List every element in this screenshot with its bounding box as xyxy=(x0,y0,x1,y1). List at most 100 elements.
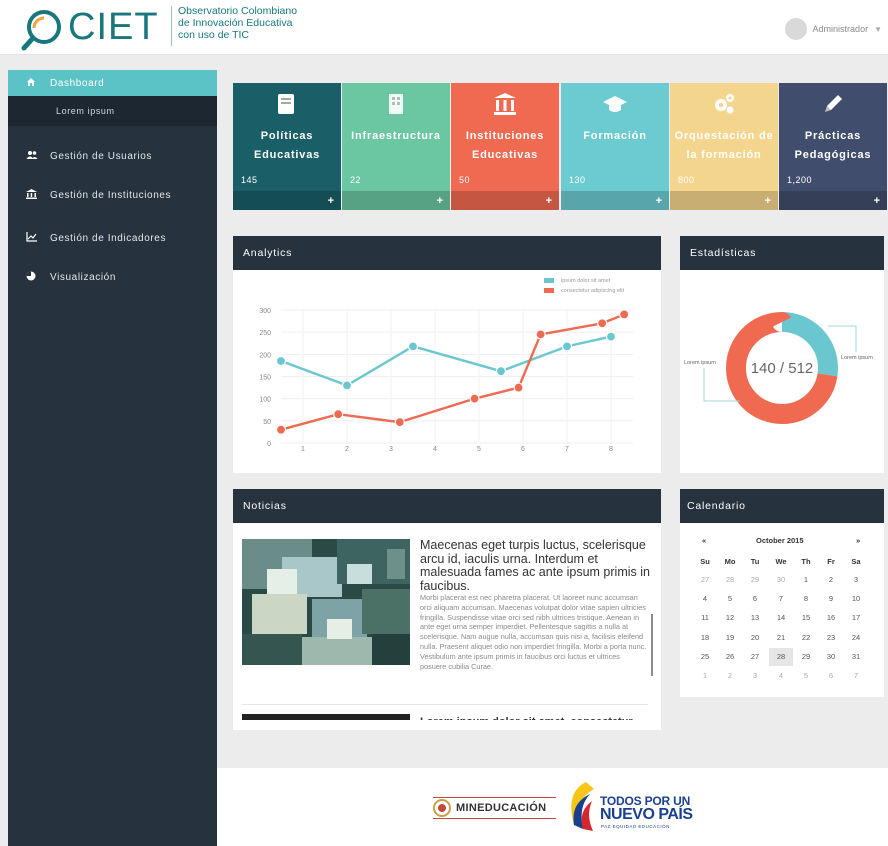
data-point xyxy=(394,417,405,428)
sidebar-item-usuarios[interactable]: Gestión de Usuarios xyxy=(8,146,217,166)
calendar-day[interactable]: 16 xyxy=(819,609,843,627)
news-thumbnail[interactable] xyxy=(242,539,410,665)
calendar-day[interactable]: 15 xyxy=(794,609,818,627)
calendar-day[interactable]: 5 xyxy=(718,590,742,608)
tile-institution[interactable]: Instituciones Educativas 50 + xyxy=(451,83,559,210)
calendar-day[interactable]: 29 xyxy=(743,571,767,589)
data-point xyxy=(275,424,287,435)
news-body: Morbi placerat est nec pharetra placerat… xyxy=(420,593,647,671)
ciet-logo[interactable]: CIET xyxy=(18,5,168,51)
tile-footer[interactable]: + xyxy=(342,191,450,210)
calendar-day[interactable]: 1 xyxy=(693,667,717,685)
calendar-prev-button[interactable]: « xyxy=(702,536,706,545)
calendar-day[interactable]: 22 xyxy=(794,629,818,647)
calendar-day[interactable]: 27 xyxy=(743,648,767,666)
calendar-day[interactable]: 3 xyxy=(743,667,767,685)
news-title[interactable]: Lorem ipsum dolor sit amet, consectetur xyxy=(420,714,648,720)
sidebar-item-indicadores[interactable]: Gestión de Indicadores xyxy=(8,228,217,248)
calendar-next-button[interactable]: » xyxy=(856,536,860,545)
calendar-day[interactable]: 30 xyxy=(819,648,843,666)
calendar-day[interactable]: 25 xyxy=(693,648,717,666)
tile-gears[interactable]: Orquestación de la formación 800 + xyxy=(670,83,778,210)
sidebar-subitem-lorem-ipsum[interactable]: Lorem ipsum xyxy=(8,96,217,126)
calendar-weekday: Sa xyxy=(851,557,861,566)
tile-count: 50 xyxy=(459,175,471,185)
tile-graduation-cap[interactable]: Formación 130 + xyxy=(561,83,669,210)
calendar-day[interactable]: 5 xyxy=(794,667,818,685)
top-bar: CIET Observatorio Colombiano de Innovaci… xyxy=(0,0,888,55)
tile-building[interactable]: Infraestructura 22 + xyxy=(342,83,450,210)
tile-footer[interactable]: + xyxy=(670,191,778,210)
calendar-day[interactable]: 19 xyxy=(718,629,742,647)
user-menu[interactable]: Administrador ▼ xyxy=(784,18,882,40)
calendar-day[interactable]: 29 xyxy=(794,648,818,666)
calendar-day[interactable]: 13 xyxy=(743,609,767,627)
calendar-day[interactable]: 27 xyxy=(693,571,717,589)
calendar-day[interactable]: 31 xyxy=(844,648,868,666)
calendar-month-label[interactable]: October 2015 xyxy=(756,536,804,545)
tile-footer[interactable]: + xyxy=(779,191,887,210)
user-name[interactable]: Administrador xyxy=(813,24,869,34)
sidebar-item-instituciones[interactable]: Gestión de Instituciones xyxy=(8,185,217,205)
calendar-day[interactable]: 6 xyxy=(819,667,843,685)
calendar-day[interactable]: 12 xyxy=(718,609,742,627)
calendar-day[interactable]: 2 xyxy=(718,667,742,685)
todos-por-un-nuevo-pais-logo[interactable]: TODOS POR UN NUEVO PAÍS PAZ EQUIDAD EDUC… xyxy=(566,779,696,835)
sidebar-item-label: Gestión de Usuarios xyxy=(50,150,153,162)
plus-icon[interactable]: + xyxy=(328,195,334,207)
news-title[interactable]: Maecenas eget turpis luctus, scelerisque… xyxy=(420,538,652,593)
calendar-day[interactable]: 2 xyxy=(819,571,843,589)
news-thumbnail[interactable] xyxy=(242,714,410,720)
tile-book[interactable]: Políticas Educativas 145 + xyxy=(233,83,341,210)
tile-footer[interactable]: + xyxy=(233,191,341,210)
pie-chart-icon xyxy=(26,271,50,284)
calendar-day[interactable]: 18 xyxy=(693,629,717,647)
calendar-weekday: Fr xyxy=(827,557,835,566)
plus-icon[interactable]: + xyxy=(765,195,771,207)
calendar-day[interactable]: 17 xyxy=(844,609,868,627)
calendar-day[interactable]: 7 xyxy=(844,667,868,685)
plus-icon[interactable]: + xyxy=(546,195,552,207)
tile-footer[interactable]: + xyxy=(451,191,559,210)
plus-icon[interactable]: + xyxy=(437,195,443,207)
graduation-cap-icon xyxy=(561,89,669,119)
plus-icon[interactable]: + xyxy=(656,195,662,207)
plus-icon[interactable]: + xyxy=(874,195,880,207)
calendar-day[interactable]: 3 xyxy=(844,571,868,589)
calendar-day[interactable]: 1 xyxy=(794,571,818,589)
donut-center-label: 140 / 512 xyxy=(751,360,814,377)
calendar-day[interactable]: 28 xyxy=(769,647,793,666)
calendar-day[interactable]: 24 xyxy=(844,629,868,647)
sidebar-item-dashboard[interactable]: Dashboard xyxy=(8,70,217,96)
calendar-day[interactable]: 11 xyxy=(693,609,717,627)
calendar-day[interactable]: 9 xyxy=(819,590,843,608)
calendar-day[interactable]: 8 xyxy=(794,590,818,608)
sidebar-item-visualizacion[interactable]: Visualización xyxy=(8,267,217,287)
calendar-day[interactable]: 4 xyxy=(693,590,717,608)
calendar-day[interactable]: 26 xyxy=(718,648,742,666)
tile-pencil[interactable]: Prácticas Pedagógicas 1,200 + xyxy=(779,83,887,210)
calendar-day[interactable]: 23 xyxy=(819,629,843,647)
tile-count: 1,200 xyxy=(787,175,813,185)
calendar-day[interactable]: 20 xyxy=(743,629,767,647)
calendar-day[interactable]: 21 xyxy=(769,629,793,647)
calendar-day[interactable]: 6 xyxy=(743,590,767,608)
y-tick-label: 50 xyxy=(263,419,271,426)
calendar-day[interactable]: 14 xyxy=(769,609,793,627)
news-scrollbar[interactable] xyxy=(651,614,653,676)
calendar-day[interactable]: 4 xyxy=(769,667,793,685)
mineducacion-logo[interactable]: MINEDUCACIÓN xyxy=(433,797,556,819)
x-tick-label: 6 xyxy=(521,446,525,453)
tile-footer[interactable]: + xyxy=(561,191,669,210)
chevron-down-icon[interactable]: ▼ xyxy=(874,25,882,34)
calendar-day[interactable]: 10 xyxy=(844,590,868,608)
calendario-panel-header: Calendario xyxy=(680,489,884,523)
calendar-day[interactable]: 30 xyxy=(769,571,793,589)
panel-title: Estadísticas xyxy=(690,247,757,259)
estadisticas-panel: 140 / 512 Lorem ipsum Lorem ipsum xyxy=(680,270,884,473)
calendar-weekday: Su xyxy=(700,557,710,566)
avatar[interactable] xyxy=(784,18,807,40)
calendar-day[interactable]: 28 xyxy=(718,571,742,589)
panel-title: Analytics xyxy=(243,247,293,259)
calendar-day[interactable]: 7 xyxy=(769,590,793,608)
